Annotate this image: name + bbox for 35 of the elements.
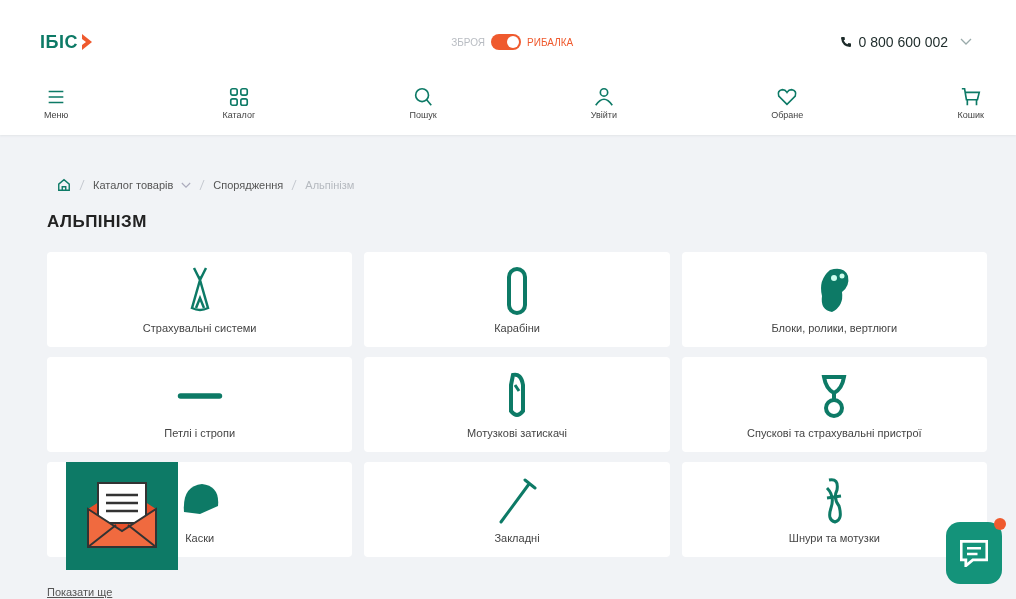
phone-number[interactable]: 0 800 600 002 — [858, 34, 948, 50]
nav-button[interactable]: Кошик — [953, 83, 988, 122]
category-card[interactable]: Карабіни — [364, 252, 670, 347]
breadcrumb-link[interactable]: Спорядження — [213, 179, 284, 191]
page-title: АЛЬПІНІЗМ — [47, 212, 148, 232]
nav-button[interactable]: Пошук — [405, 83, 441, 122]
show-more-link[interactable]: Показати ще — [47, 586, 113, 598]
category-card[interactable]: Спускові та страхувальні пристрої — [681, 357, 987, 452]
phone-icon — [840, 36, 853, 48]
category-card[interactable]: Блоки, ролики, вертлюги — [681, 252, 987, 347]
chevron-down-icon[interactable] — [960, 38, 972, 46]
grid-icon — [227, 85, 250, 108]
category-card[interactable]: Шнури та мотузки — [681, 462, 987, 557]
breadcrumb-link[interactable]: Каталог товарів — [93, 179, 174, 191]
chat-icon — [960, 539, 988, 567]
user-icon — [592, 85, 615, 108]
cart-icon — [959, 85, 982, 108]
mode-label[interactable]: РИБАЛКА — [527, 36, 574, 48]
home-icon[interactable] — [57, 178, 71, 192]
category-card[interactable]: Страхувальні системи — [47, 252, 353, 347]
mode-toggle[interactable] — [491, 34, 522, 50]
nav-button[interactable]: Обране — [767, 83, 808, 122]
slash-separator-icon — [199, 179, 206, 191]
category-card[interactable]: Закладні — [364, 462, 670, 557]
category-card[interactable]: Петлі і стропи — [47, 357, 353, 452]
nav-button[interactable]: Меню — [40, 83, 73, 122]
category-card[interactable]: Мотузкові затискачі — [364, 357, 670, 452]
slash-separator-icon — [79, 179, 85, 191]
chevron-down-icon[interactable] — [181, 181, 192, 189]
nav-button[interactable]: Каталог — [218, 83, 260, 122]
nav-button[interactable]: Увійти — [586, 83, 621, 122]
search-icon — [412, 85, 434, 108]
newsletter-toast[interactable] — [66, 462, 178, 570]
slash-separator-icon — [291, 179, 298, 191]
logo[interactable]: ІБІС — [40, 31, 94, 53]
